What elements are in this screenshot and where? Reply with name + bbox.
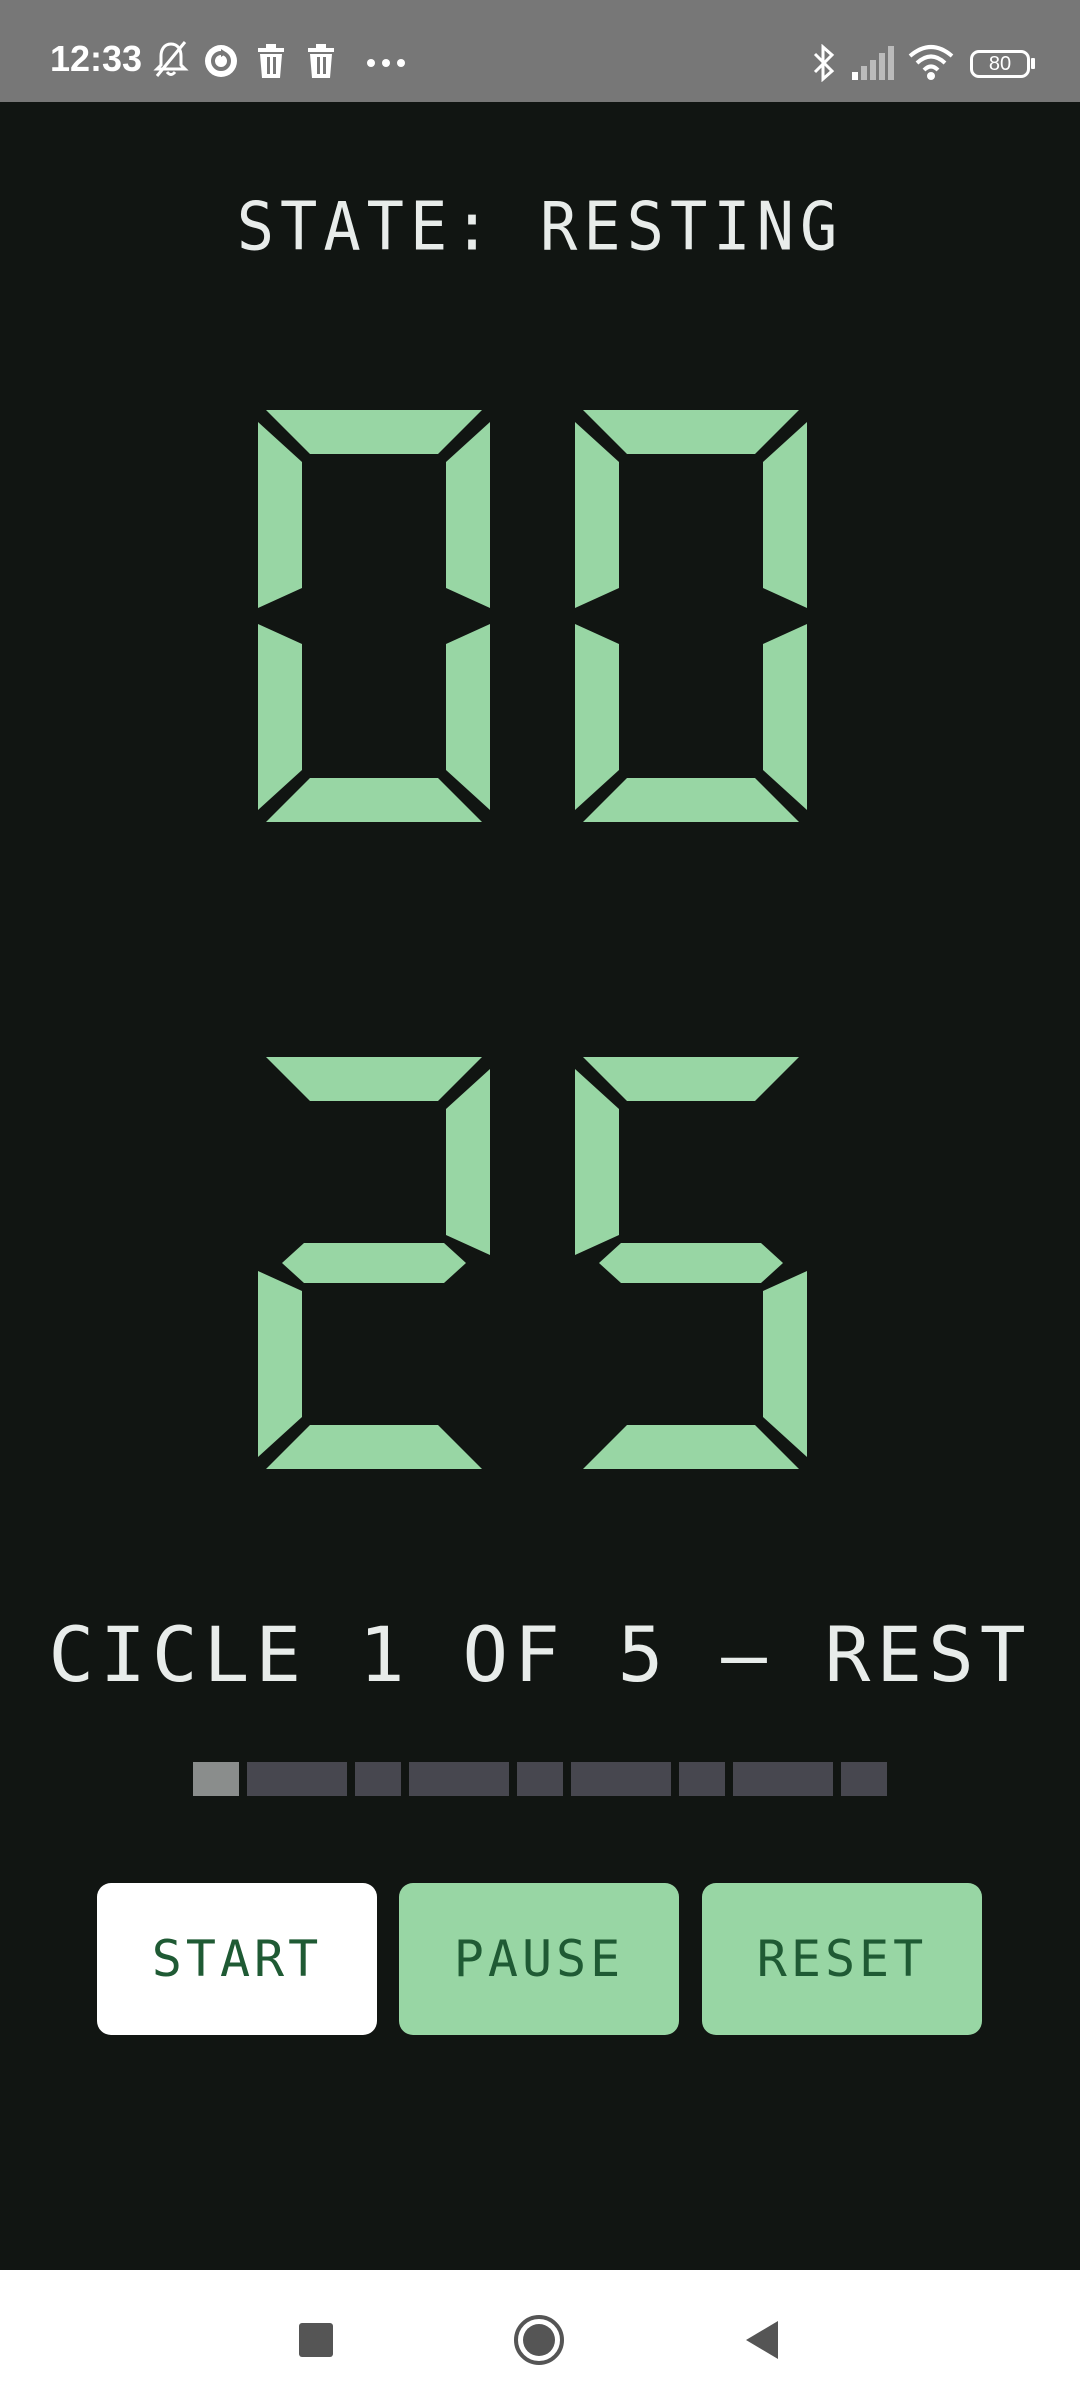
segment-g <box>599 1243 783 1283</box>
segment-a <box>583 1057 799 1101</box>
progress-step <box>841 1762 887 1796</box>
segment-e <box>258 1271 302 1457</box>
segment-e <box>258 624 302 810</box>
progress-step <box>247 1762 347 1796</box>
progress-step <box>355 1762 401 1796</box>
start-button[interactable]: START <box>97 1883 377 2035</box>
reset-button[interactable]: RESET <box>702 1883 982 2035</box>
seconds-tens-digit <box>258 1057 490 1469</box>
segment-c <box>446 624 490 810</box>
segment-d <box>583 1425 799 1469</box>
progress-step <box>679 1762 725 1796</box>
minutes-ones-digit <box>575 410 807 822</box>
pause-button[interactable]: PAUSE <box>399 1883 679 2035</box>
segment-d <box>583 778 799 822</box>
progress-step <box>409 1762 509 1796</box>
seconds-ones-digit <box>575 1057 807 1469</box>
segment-c <box>763 1271 807 1457</box>
segment-a <box>266 1057 482 1101</box>
segment-b <box>446 1069 490 1255</box>
segment-b <box>446 422 490 608</box>
segment-f <box>575 422 619 608</box>
segment-d <box>266 1425 482 1469</box>
cycle-label: CICLE 1 OF 5 — REST <box>48 1610 1032 1699</box>
segment-a <box>266 410 482 454</box>
segment-c <box>763 624 807 810</box>
progress-step <box>517 1762 563 1796</box>
minutes-tens-digit <box>258 410 490 822</box>
home-circle-icon[interactable] <box>499 2300 579 2380</box>
segment-g <box>282 1243 466 1283</box>
segment-e <box>575 624 619 810</box>
recents-square-icon[interactable] <box>276 2300 356 2380</box>
segment-a <box>583 410 799 454</box>
segment-f <box>258 422 302 608</box>
progress-step <box>733 1762 833 1796</box>
progress-step <box>571 1762 671 1796</box>
cycle-progress <box>0 1762 1080 1796</box>
back-triangle-icon[interactable] <box>722 2300 802 2380</box>
segment-f <box>575 1069 619 1255</box>
segment-b <box>763 422 807 608</box>
timer-display <box>258 410 807 1469</box>
segment-d <box>266 778 482 822</box>
progress-step <box>193 1762 239 1796</box>
